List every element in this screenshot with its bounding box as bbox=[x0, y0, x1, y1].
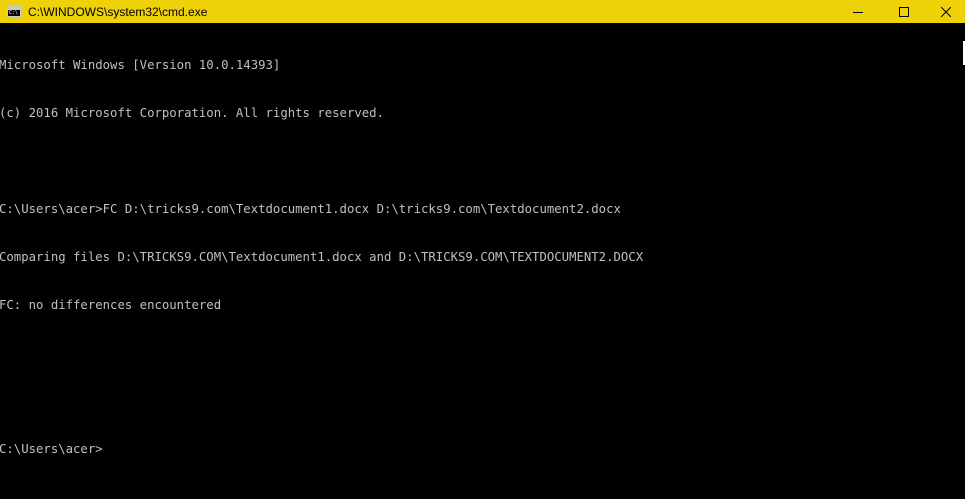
console-prompt-line[interactable]: C:\Users\acer> bbox=[0, 441, 948, 457]
window-controls bbox=[835, 0, 965, 23]
console-text: Microsoft Windows [Version 10.0.14393] (… bbox=[0, 23, 948, 489]
console-line: (c) 2016 Microsoft Corporation. All righ… bbox=[0, 106, 384, 120]
maximize-icon bbox=[899, 6, 909, 17]
maximize-button[interactable] bbox=[881, 0, 927, 23]
cmd-window: C:\ C:\WINDOWS\system32\cmd.exe Microsof… bbox=[0, 0, 965, 499]
cmd-icon: C:\ bbox=[7, 6, 21, 17]
window-title: C:\WINDOWS\system32\cmd.exe bbox=[28, 4, 208, 19]
console-line: Microsoft Windows [Version 10.0.14393] bbox=[0, 58, 281, 72]
vertical-scrollbar[interactable] bbox=[948, 23, 965, 499]
console-line: FC: no differences encountered bbox=[0, 298, 222, 312]
close-button[interactable] bbox=[927, 0, 965, 23]
minimize-icon bbox=[853, 11, 863, 13]
cmd-icon-glyph: C:\ bbox=[9, 10, 19, 16]
close-icon bbox=[941, 6, 951, 17]
minimize-button[interactable] bbox=[835, 0, 881, 23]
console-output[interactable]: Microsoft Windows [Version 10.0.14393] (… bbox=[0, 23, 948, 499]
console-line: C:\Users\acer>FC D:\tricks9.com\Textdocu… bbox=[0, 202, 621, 216]
title-bar[interactable]: C:\ C:\WINDOWS\system32\cmd.exe bbox=[0, 0, 965, 23]
console-line: Comparing files D:\TRICKS9.COM\Textdocum… bbox=[0, 250, 644, 264]
